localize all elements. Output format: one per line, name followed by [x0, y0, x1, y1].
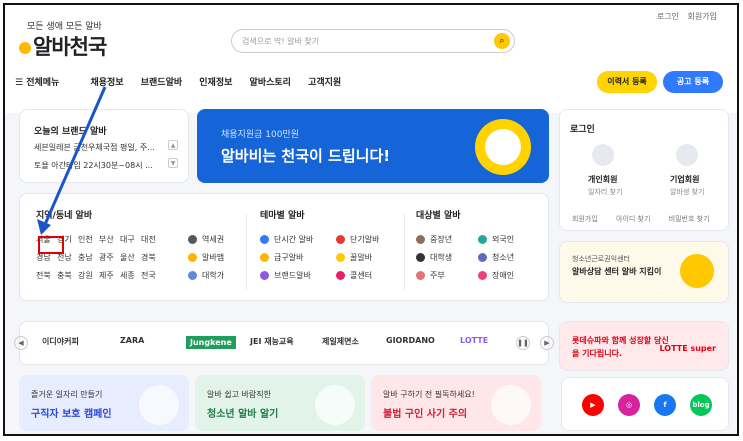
- browser-frame: 로그인 회원가입 모든 생애 모든 알바 알바천국 검색으로 딱! 알바 찾기 …: [3, 3, 739, 436]
- annotation-arrow: [37, 86, 107, 235]
